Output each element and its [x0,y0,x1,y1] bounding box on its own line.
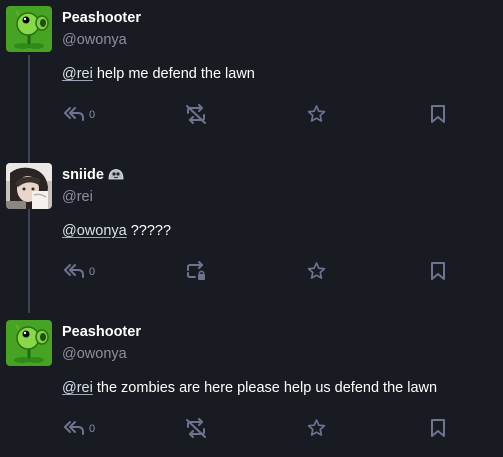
status-text: help me defend the lawn [92,66,255,82]
bookmark-icon [431,105,445,123]
status-text: ????? [126,223,172,239]
favourite-button[interactable] [306,253,327,289]
status-content: @rei the zombies are here please help us… [62,380,437,396]
status-action-bar: 0 [0,253,503,289]
bookmark-button[interactable] [430,410,446,446]
reply-count: 0 [89,422,96,435]
peashooter-avatar [6,6,52,52]
status-content: @rei help me defend the lawn [62,66,255,82]
reply-count: 0 [89,265,96,278]
account-handle[interactable]: @rei [62,189,93,205]
bookmark-icon [431,262,445,280]
boost-disabled-icon [186,418,206,438]
display-name-text: sniide [62,167,104,183]
boost-button[interactable] [185,96,207,132]
avatar[interactable] [6,163,52,209]
display-name[interactable]: sniide [62,167,124,183]
status-action-bar: 0 [0,410,503,446]
sniide-avatar [6,163,52,209]
boost-button[interactable] [185,410,207,446]
status-text: the zombies are here please help us defe… [92,380,438,396]
status-post[interactable]: sniide @rei @owonya ????? 0 [0,157,503,314]
reply-button[interactable]: 0 [63,253,95,289]
peashooter-avatar [6,320,52,366]
reply-all-icon [64,264,84,278]
star-icon [307,262,326,279]
status-content: @owonya ????? [62,223,171,239]
boost-private-icon [187,261,205,280]
favourite-button[interactable] [306,96,327,132]
reply-button[interactable]: 0 [63,410,95,446]
mention-link[interactable]: @rei [62,380,93,396]
avatar[interactable] [6,320,52,366]
account-handle[interactable]: @owonya [62,32,127,48]
account-handle[interactable]: @owonya [62,346,127,362]
bookmark-icon [431,419,445,437]
reply-button[interactable]: 0 [63,96,95,132]
favourite-button[interactable] [306,410,327,446]
reply-all-icon [64,107,84,121]
star-icon [307,419,326,436]
star-icon [307,105,326,122]
reply-all-icon [64,421,84,435]
status-post[interactable]: Peashooter @owonya @rei the zombies are … [0,314,503,457]
boost-disabled-icon [186,104,206,124]
mention-link[interactable]: @rei [62,66,93,82]
bookmark-button[interactable] [430,253,446,289]
display-name[interactable]: Peashooter [62,10,141,26]
mention-link[interactable]: @owonya [62,223,127,239]
status-post[interactable]: Peashooter @owonya @rei help me defend t… [0,0,503,157]
avatar[interactable] [6,6,52,52]
bookmark-button[interactable] [430,96,446,132]
display-name[interactable]: Peashooter [62,324,141,340]
blob-emoji-icon [108,168,124,180]
boost-button[interactable] [185,253,207,289]
reply-count: 0 [89,108,96,121]
status-action-bar: 0 [0,96,503,132]
